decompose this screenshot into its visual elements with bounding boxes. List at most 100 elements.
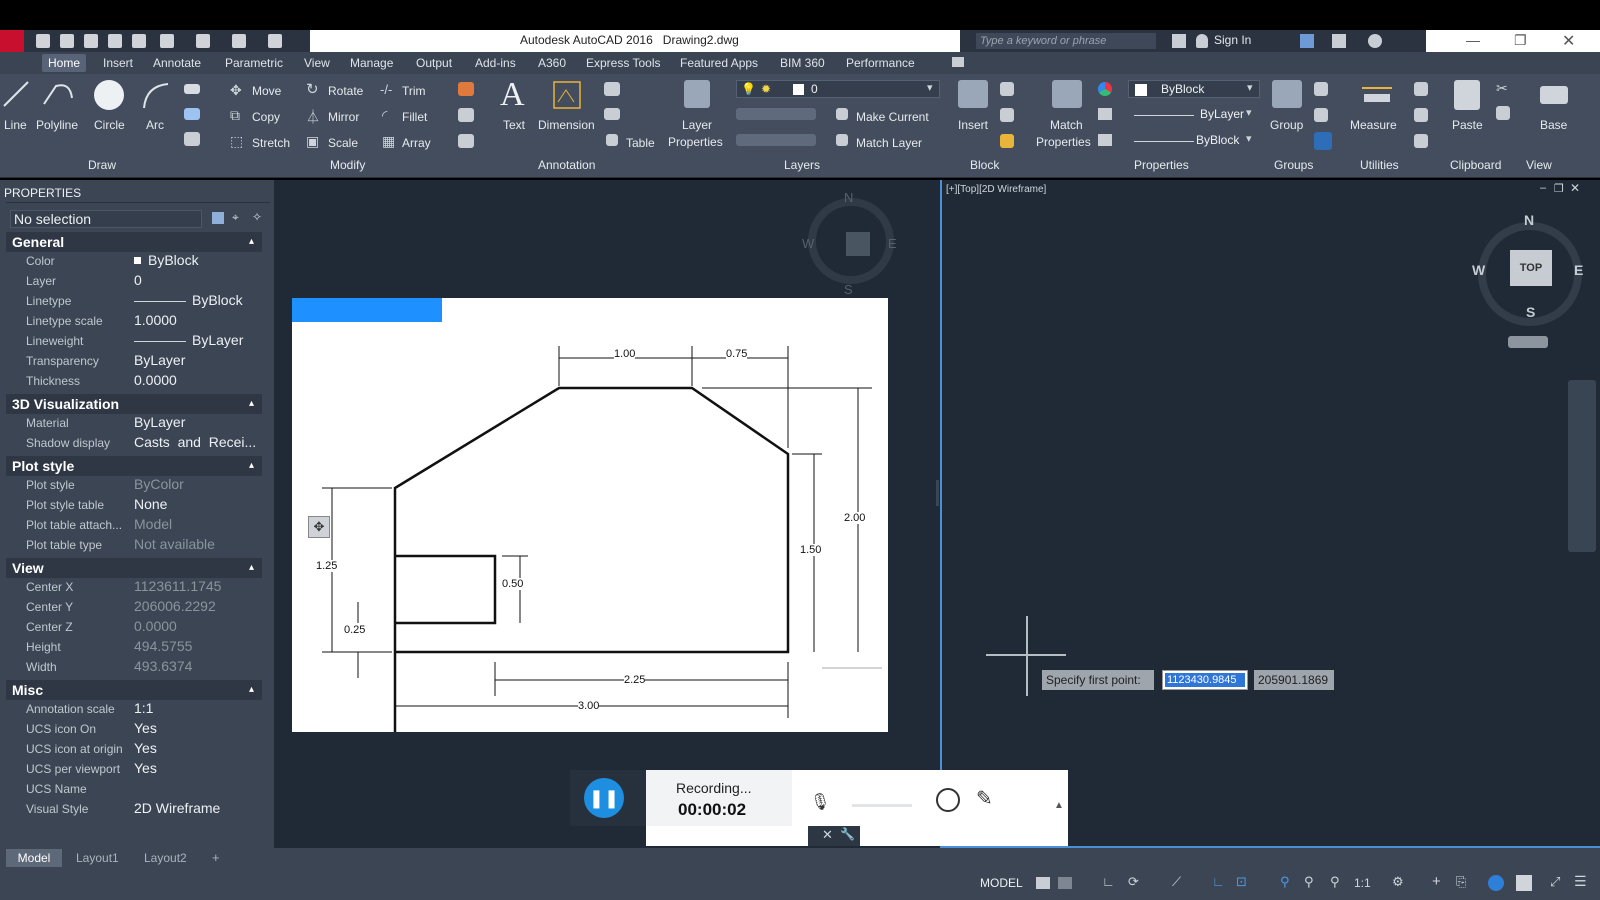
- viewport-minimize-icon[interactable]: –: [1540, 182, 1546, 194]
- microphone-icon[interactable]: 🎙: [810, 792, 830, 812]
- tab-performance[interactable]: Performance: [846, 56, 915, 70]
- erase-icon[interactable]: [458, 82, 474, 96]
- section-plot-style[interactable]: Plot style ▴: [6, 456, 262, 476]
- viewport-splitter[interactable]: [936, 480, 939, 506]
- attribute-icon[interactable]: [1000, 134, 1014, 148]
- annotation-scale-value[interactable]: 1:1: [1354, 876, 1371, 890]
- arc-icon[interactable]: [140, 80, 170, 110]
- restore-icon[interactable]: ❐: [1514, 32, 1527, 49]
- webcam-icon[interactable]: [936, 788, 960, 812]
- minimize-icon[interactable]: —: [1466, 32, 1480, 48]
- new-icon[interactable]: [36, 34, 50, 48]
- section-3d-visualization[interactable]: 3D Visualization ▴: [6, 394, 262, 414]
- dynamic-input-x[interactable]: 1123430.9845: [1162, 670, 1248, 690]
- reference-image[interactable]: 1.00 0.75 2.00 1.50 1.25 0.50 0.25 2.25 …: [292, 298, 888, 732]
- isodraft-icon[interactable]: ⟋: [1172, 874, 1181, 890]
- annotation-panel-label[interactable]: Annotation: [538, 158, 595, 172]
- ortho-icon[interactable]: ∟: [1102, 874, 1115, 889]
- scale-button[interactable]: Scale: [328, 136, 358, 150]
- isolate-icon[interactable]: ⎘: [1456, 874, 1466, 890]
- tab-a360[interactable]: A360: [538, 56, 566, 70]
- close-icon[interactable]: ✕: [822, 827, 833, 843]
- prop-value-layer[interactable]: 0: [134, 272, 142, 288]
- prop-value-thickness[interactable]: 0.0000: [134, 372, 177, 388]
- tab-addins[interactable]: Add-ins: [475, 56, 516, 70]
- layer-properties-label-2[interactable]: Properties: [668, 135, 723, 149]
- plus-icon[interactable]: +: [1432, 873, 1441, 890]
- tab-manage[interactable]: Manage: [350, 56, 393, 70]
- chevron-up-icon[interactable]: ▲: [1054, 800, 1064, 811]
- object-snap-tracking-icon[interactable]: ∟: [1212, 874, 1225, 889]
- pause-button[interactable]: ❚❚: [584, 778, 624, 818]
- line-icon[interactable]: [268, 34, 282, 48]
- paste-button[interactable]: Paste: [1452, 118, 1483, 132]
- groups-panel-label[interactable]: Groups: [1274, 158, 1313, 172]
- explode-icon[interactable]: [458, 108, 474, 122]
- color-dropdown[interactable]: ByBlock ▾: [1128, 80, 1260, 98]
- viewport-controls[interactable]: [+][Top][2D Wireframe]: [946, 184, 1046, 195]
- group-icon[interactable]: [1272, 80, 1302, 108]
- layer-properties-icon[interactable]: [684, 80, 710, 108]
- prop-value-linetype[interactable]: ByBlock: [192, 292, 243, 308]
- hatch-icon[interactable]: [184, 108, 200, 120]
- select-objects-icon[interactable]: ⌖: [232, 210, 239, 225]
- tab-featured-apps[interactable]: Featured Apps: [680, 56, 758, 70]
- app-menu-button[interactable]: [0, 30, 24, 52]
- line-button[interactable]: Line: [4, 118, 27, 132]
- section-view[interactable]: View ▴: [6, 558, 262, 578]
- modify-panel-label[interactable]: Modify: [330, 158, 365, 172]
- viewcube-top-face[interactable]: TOP: [1510, 250, 1552, 286]
- fullscreen-icon[interactable]: ⤢: [1550, 874, 1560, 890]
- dynamic-input-y[interactable]: 205901.1869: [1254, 670, 1334, 690]
- volume-slider[interactable]: [852, 804, 912, 807]
- edit-block-icon[interactable]: [1000, 108, 1014, 122]
- annotation-scale-icon[interactable]: ⚲: [1330, 874, 1340, 890]
- insert-button[interactable]: Insert: [958, 118, 988, 132]
- lineweight-dropdown[interactable]: ByBlock ▾: [1128, 132, 1260, 150]
- hardware-accel-icon[interactable]: [1488, 875, 1504, 891]
- layer-dropdown[interactable]: 💡 ✹ 0 ▾: [736, 80, 940, 98]
- annotation-visibility-icon[interactable]: ⚲: [1280, 874, 1290, 890]
- ribbon-toggle-icon[interactable]: [952, 57, 964, 67]
- match-properties-icon[interactable]: [1052, 80, 1082, 108]
- open-icon[interactable]: [60, 34, 74, 48]
- pen-icon[interactable]: ✎: [976, 786, 993, 811]
- prop-value-lineweight[interactable]: ByLayer: [192, 332, 243, 348]
- circle-icon[interactable]: [94, 80, 124, 110]
- customize-menu-icon[interactable]: ☰: [1574, 873, 1587, 890]
- tab-layout1[interactable]: Layout1: [76, 851, 119, 865]
- dimension-icon[interactable]: [552, 80, 582, 110]
- tab-parametric[interactable]: Parametric: [225, 56, 283, 70]
- prop-value-ltscale[interactable]: 1.0000: [134, 312, 177, 328]
- table-icon[interactable]: [606, 134, 618, 146]
- autoscale-icon[interactable]: ⚲: [1304, 874, 1314, 890]
- table-button[interactable]: Table: [626, 136, 655, 150]
- save-icon[interactable]: [84, 34, 98, 48]
- undo-icon[interactable]: [160, 34, 174, 48]
- model-space-button[interactable]: MODEL: [980, 876, 1023, 890]
- linetype-dropdown[interactable]: ByLayer ▾: [1128, 106, 1260, 124]
- offset-icon[interactable]: [458, 134, 474, 148]
- polyline-icon[interactable]: [42, 80, 76, 108]
- block-panel-label[interactable]: Block: [970, 158, 999, 172]
- tab-bim360[interactable]: BIM 360: [780, 56, 825, 70]
- layer-tools-row-1[interactable]: [736, 108, 816, 120]
- layer-properties-label-1[interactable]: Layer: [682, 118, 712, 132]
- ungroup-icon[interactable]: [1314, 82, 1328, 96]
- properties-panel-label[interactable]: Properties: [1134, 158, 1189, 172]
- exchange-icon[interactable]: [1300, 34, 1314, 48]
- leader-icon[interactable]: [604, 82, 620, 96]
- prop-value-ucs-on[interactable]: Yes: [134, 720, 157, 736]
- copy-clip-icon[interactable]: [1496, 106, 1510, 120]
- polar-icon[interactable]: ⟳: [1128, 874, 1139, 890]
- copy-button[interactable]: Copy: [252, 110, 280, 124]
- line-icon[interactable]: [2, 80, 30, 108]
- region-icon[interactable]: [184, 132, 200, 146]
- move-button[interactable]: Move: [252, 84, 281, 98]
- wrench-icon[interactable]: 🔧: [840, 827, 855, 841]
- selection-dropdown[interactable]: No selection: [10, 210, 202, 228]
- draw-panel-label[interactable]: Draw: [88, 158, 116, 172]
- insert-block-icon[interactable]: [958, 80, 988, 108]
- group-selection-icon[interactable]: [1314, 132, 1332, 150]
- grid-icon[interactable]: [1036, 877, 1050, 889]
